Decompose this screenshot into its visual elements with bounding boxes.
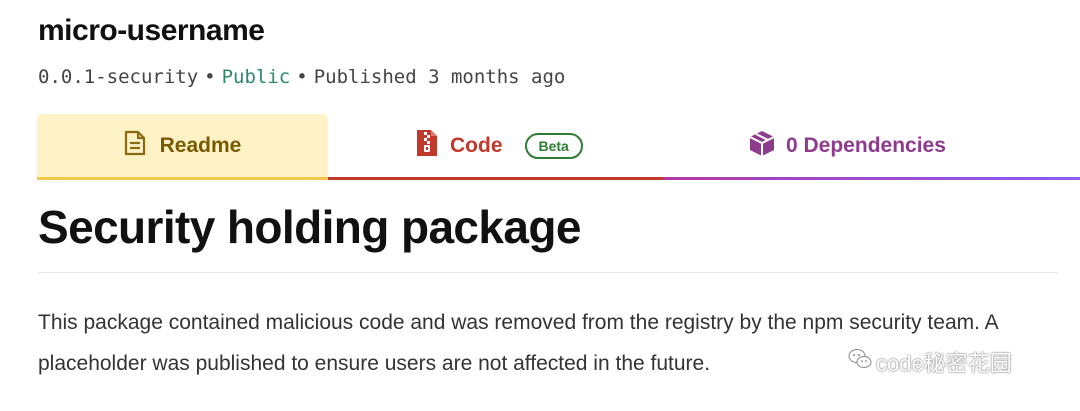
- package-tabs: Readme Code Beta 0 Dependencies: [37, 114, 1080, 180]
- tab-code[interactable]: Code Beta: [328, 114, 663, 180]
- document-icon: [124, 130, 146, 161]
- package-version: 0.0.1-security: [38, 66, 199, 88]
- readme-heading: Security holding package: [38, 201, 581, 253]
- wechat-icon: [848, 348, 876, 376]
- watermark-text: code秘密花园: [876, 351, 1012, 376]
- package-meta: 0.0.1-security • Public • Published 3 months…: [38, 66, 565, 88]
- tab-readme-label: Readme: [159, 133, 242, 157]
- zip-file-icon: [416, 129, 438, 162]
- package-box-icon: [748, 129, 776, 162]
- tab-code-label: Code: [450, 133, 503, 157]
- tab-dependencies-label: 0 Dependencies: [786, 133, 946, 157]
- meta-separator: •: [204, 66, 216, 88]
- watermark: code秘密花园: [848, 346, 1012, 378]
- beta-badge: Beta: [524, 132, 583, 159]
- package-name: micro-username: [38, 14, 265, 47]
- published-date: Published 3 months ago: [313, 66, 566, 88]
- meta-separator: •: [296, 66, 308, 88]
- heading-divider: [38, 272, 1058, 273]
- tab-readme[interactable]: Readme: [37, 114, 328, 180]
- visibility-label: Public: [221, 66, 291, 88]
- tab-dependencies[interactable]: 0 Dependencies: [663, 114, 1080, 180]
